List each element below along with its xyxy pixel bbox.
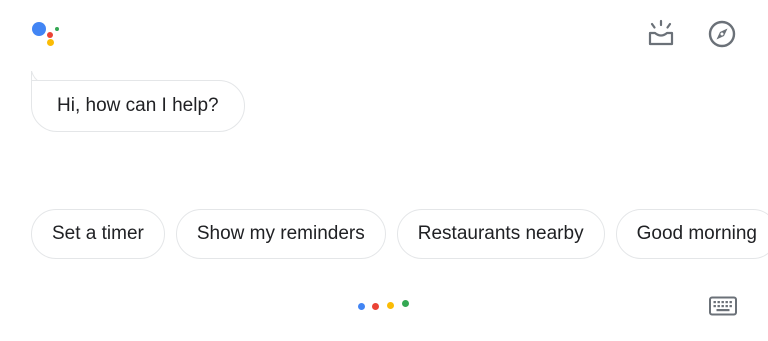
assistant-greeting-text: Hi, how can I help? xyxy=(57,95,219,116)
suggestion-chip-restaurants-nearby[interactable]: Restaurants nearby xyxy=(396,209,605,259)
suggestion-chip-label: Show my reminders xyxy=(196,223,365,244)
suggestion-chips: Set a timer Show my reminders Restaurant… xyxy=(31,209,768,259)
suggestion-chip-label: Set a timer xyxy=(52,223,144,244)
listening-dots-icon[interactable] xyxy=(358,300,414,314)
assistant-greeting-bubble: Hi, how can I help? xyxy=(31,80,245,132)
suggestion-chip-good-morning[interactable]: Good morning xyxy=(615,209,768,259)
suggestion-chip-show-reminders[interactable]: Show my reminders xyxy=(175,209,386,259)
snapshot-icon[interactable] xyxy=(645,18,677,50)
suggestion-chip-label: Restaurants nearby xyxy=(417,223,584,244)
keyboard-icon[interactable] xyxy=(709,296,737,316)
assistant-logo-icon xyxy=(30,20,64,50)
suggestion-chip-set-timer[interactable]: Set a timer xyxy=(31,209,165,259)
compass-icon[interactable] xyxy=(706,18,738,50)
suggestion-chip-label: Good morning xyxy=(636,223,757,244)
